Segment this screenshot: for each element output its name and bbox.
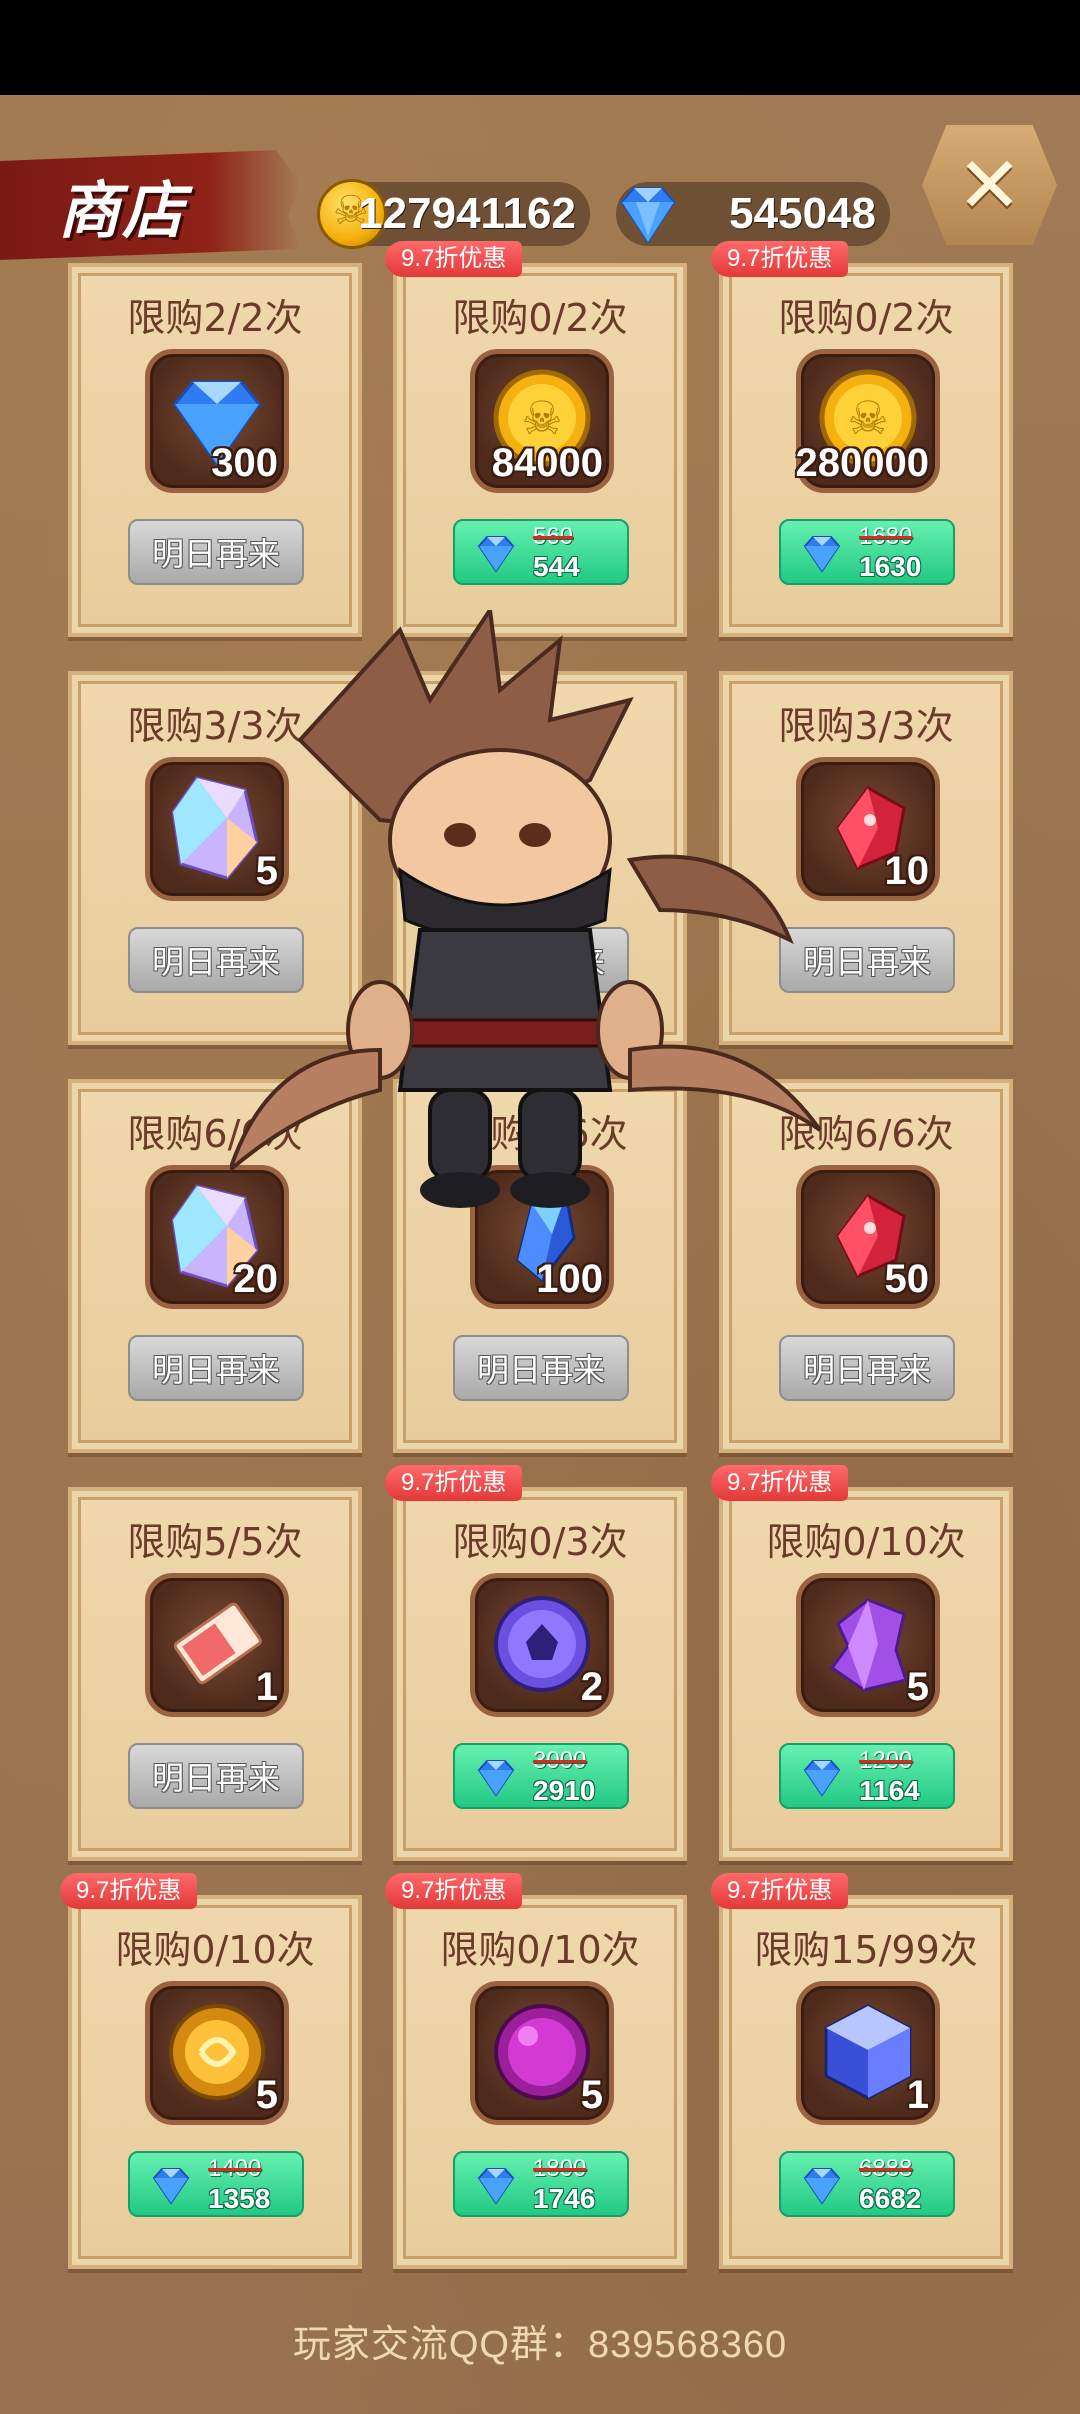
shop-item-card[interactable]: 9.7折优惠限购0/10次 5 1200 1164 — [711, 1465, 1013, 1861]
original-price: 3000 — [533, 1747, 587, 1774]
buy-button[interactable]: 1680 1630 — [779, 519, 955, 585]
gold-amount: 127941162 — [358, 189, 576, 238]
item-quantity: 2 — [580, 1665, 603, 1709]
shop-screen: 商店 127941162 545048 ✕ 限购2/2次 300 明日再来 9.7折优… — [0, 95, 1080, 2414]
item-quantity: 84000 — [491, 441, 603, 485]
item-quantity: 5 — [255, 2073, 278, 2117]
item-quantity: 5 — [580, 2073, 603, 2117]
buy-button[interactable]: 3000 2910 — [453, 1743, 629, 1809]
come-back-tomorrow-button[interactable]: 明日再来 — [128, 519, 304, 585]
status-bar — [0, 0, 1080, 95]
shop-item-card[interactable]: 9.7折优惠限购0/10次 5 1800 1746 — [385, 1873, 687, 2269]
purchase-limit: 限购2/2次 — [127, 296, 303, 340]
come-back-tomorrow-button[interactable]: 明日再来 — [779, 1335, 955, 1401]
item-quantity: 100 — [536, 1257, 603, 1301]
buy-button[interactable]: 1200 1164 — [779, 1743, 955, 1809]
gold-coin-item: ☠ 84000 — [470, 349, 614, 493]
shop-item-card[interactable]: 限购2/2次 300 明日再来 — [68, 263, 362, 637]
gold-orb-item: 5 — [145, 1981, 289, 2125]
discount-badge: 9.7折优惠 — [711, 241, 849, 277]
discount-badge: 9.7折优惠 — [385, 1873, 523, 1909]
buy-button[interactable]: 560 544 — [453, 519, 629, 585]
discount-badge: 9.7折优惠 — [711, 1465, 849, 1501]
diamond-item: 300 — [145, 349, 289, 493]
discount-badge: 9.7折优惠 — [385, 241, 523, 277]
discount-badge: 9.7折优惠 — [711, 1873, 849, 1909]
discounted-price: 544 — [533, 551, 580, 582]
item-quantity: 280000 — [795, 441, 929, 485]
item-quantity: 50 — [884, 1257, 930, 1301]
item-quantity: 5 — [906, 1665, 929, 1709]
original-price: 1680 — [859, 523, 913, 550]
pink-ticket-item: 1 — [145, 1573, 289, 1717]
purchase-limit: 限购0/2次 — [452, 296, 628, 340]
discounted-price: 1358 — [208, 2183, 271, 2214]
item-quantity: 10 — [884, 849, 930, 893]
purchase-limit: 限购5/5次 — [127, 1520, 303, 1564]
discounted-price: 6682 — [859, 2183, 922, 2214]
original-price: 1200 — [859, 1747, 913, 1774]
original-price: 1400 — [208, 2155, 262, 2182]
discounted-price: 2910 — [533, 1775, 596, 1806]
diamond-icon — [477, 2168, 515, 2205]
diamond-icon — [152, 2168, 190, 2205]
shop-item-card[interactable]: 9.7折优惠限购0/10次 5 1400 1358 — [60, 1873, 362, 2269]
magenta-orb-item: 5 — [470, 1981, 614, 2125]
purchase-limit: 限购0/10次 — [766, 1520, 966, 1564]
gem-amount: 545048 — [729, 189, 876, 238]
shop-item-card[interactable]: 9.7折优惠限购15/99次 1 6888 6682 — [711, 1873, 1013, 2269]
come-back-tomorrow-button[interactable]: 明日再来 — [453, 1335, 629, 1401]
purchase-limit: 限购0/10次 — [115, 1928, 315, 1972]
original-price: 1800 — [533, 2155, 587, 2182]
gold-coin-item: ☠ 280000 — [796, 349, 940, 493]
diamond-icon — [803, 536, 841, 573]
item-quantity: 300 — [211, 441, 278, 485]
ninja-character-illustration — [230, 610, 822, 1208]
buy-button[interactable]: 1800 1746 — [453, 2151, 629, 2217]
item-quantity: 1 — [906, 2073, 929, 2117]
shop-item-card[interactable]: 限购5/5次 1 明日再来 — [68, 1487, 362, 1861]
discounted-price: 1746 — [533, 2183, 596, 2214]
item-quantity: 1 — [255, 1665, 278, 1709]
original-price: 560 — [533, 523, 574, 550]
buy-button[interactable]: 6888 6682 — [779, 2151, 955, 2217]
shop-item-card[interactable]: 9.7折优惠限购0/2次 ☠ 280000 1680 1630 — [711, 241, 1013, 637]
diamond-icon — [477, 536, 515, 573]
come-back-tomorrow-button[interactable]: 明日再来 — [128, 1335, 304, 1401]
gem-balance: 545048 — [616, 182, 890, 246]
diamond-icon — [803, 2168, 841, 2205]
discount-badge: 9.7折优惠 — [385, 1465, 523, 1501]
svg-text:☠: ☠ — [521, 392, 562, 444]
item-quantity: 20 — [233, 1257, 279, 1301]
discounted-price: 1164 — [859, 1775, 920, 1806]
svg-text:☠: ☠ — [847, 392, 888, 444]
discount-badge: 9.7折优惠 — [60, 1873, 198, 1909]
purchase-limit: 限购15/99次 — [754, 1928, 978, 1972]
diamond-icon — [803, 1760, 841, 1797]
blue-cube-item: 1 — [796, 1981, 940, 2125]
close-x-icon: ✕ — [956, 141, 1023, 229]
purchase-limit: 限购0/3次 — [452, 1520, 628, 1564]
purchase-limit: 限购0/10次 — [440, 1928, 640, 1972]
close-button[interactable]: ✕ — [922, 125, 1057, 245]
purple-orb-item: 2 — [470, 1573, 614, 1717]
purple-shard-item: 5 — [796, 1573, 940, 1717]
diamond-icon — [620, 187, 676, 244]
purchase-limit: 限购0/2次 — [778, 296, 954, 340]
come-back-tomorrow-button[interactable]: 明日再来 — [128, 1743, 304, 1809]
shop-item-card[interactable]: 9.7折优惠限购0/3次 2 3000 2910 — [385, 1465, 687, 1861]
page-title: 商店 — [58, 174, 187, 247]
diamond-icon — [477, 1760, 515, 1797]
discounted-price: 1630 — [859, 551, 922, 582]
shop-item-card[interactable]: 9.7折优惠限购0/2次 ☠ 84000 560 544 — [385, 241, 687, 637]
buy-button[interactable]: 1400 1358 — [128, 2151, 304, 2217]
original-price: 6888 — [859, 2155, 913, 2182]
footer-qq-group: 玩家交流QQ群：839568360 — [292, 2324, 788, 2366]
gold-balance: 127941162 — [317, 179, 590, 249]
